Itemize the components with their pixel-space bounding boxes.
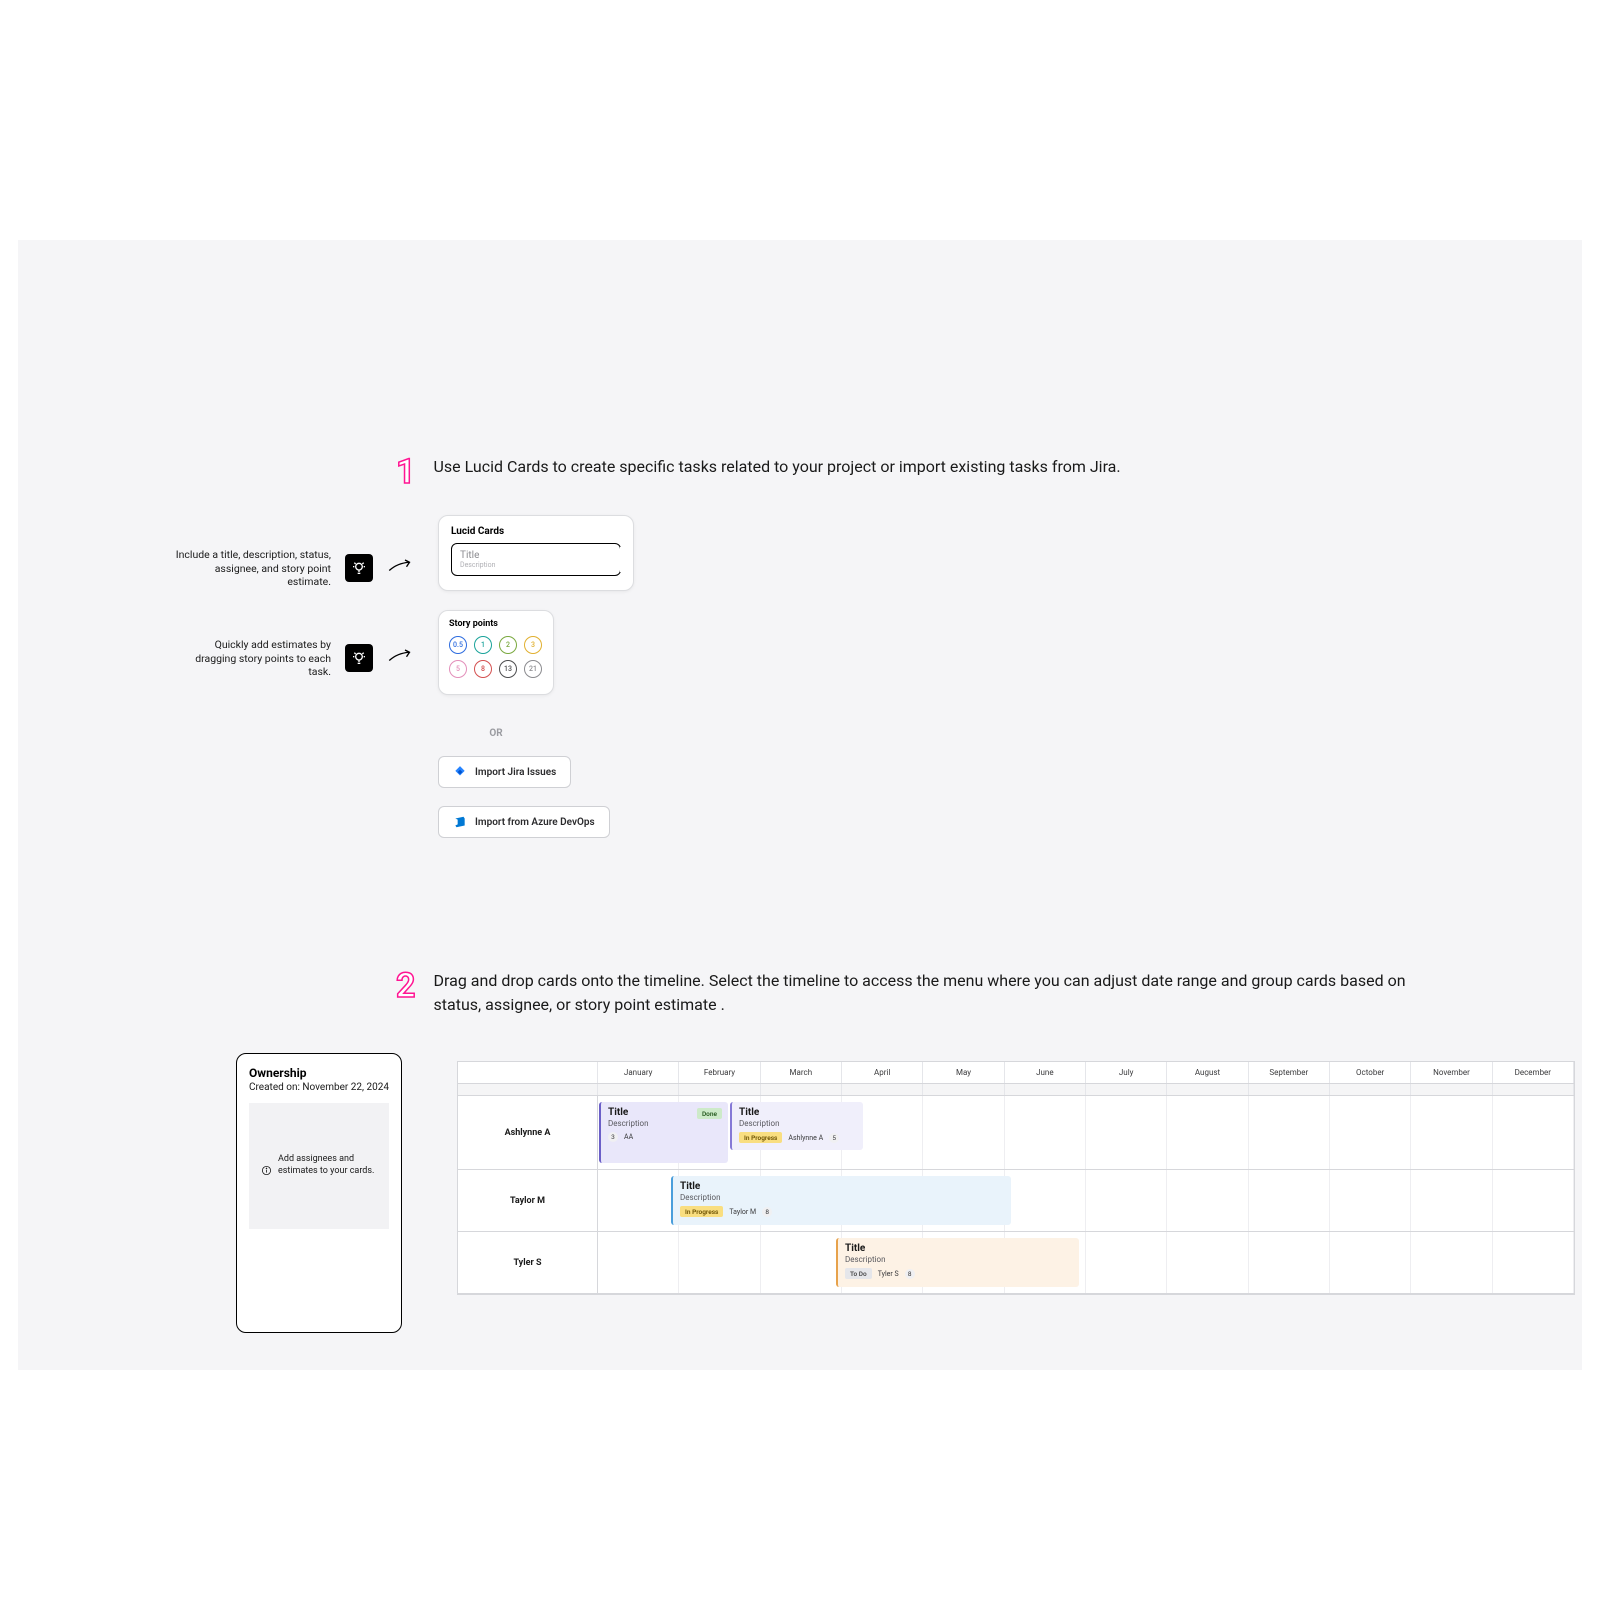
- timeline-row[interactable]: Tyler S Title Description To Do Tyler S …: [458, 1232, 1574, 1294]
- month-label: November: [1411, 1062, 1492, 1083]
- task-assignee: AA: [624, 1133, 633, 1141]
- lucid-card-title-placeholder: Title: [460, 550, 612, 561]
- ownership-card[interactable]: Ownership Created on: November 22, 2024 …: [236, 1053, 402, 1333]
- arrow-icon: [387, 556, 417, 580]
- ownership-hint-box: Add assignees and estimates to your card…: [249, 1103, 389, 1229]
- task-title: Title: [680, 1181, 1004, 1192]
- status-badge: In Progress: [680, 1206, 723, 1217]
- task-assignee: Ashlynne A: [788, 1134, 823, 1142]
- month-label: April: [842, 1062, 923, 1083]
- lightbulb-icon: [345, 554, 373, 582]
- lucid-card-desc-placeholder: Description: [460, 561, 612, 569]
- month-label: January: [598, 1062, 679, 1083]
- story-point-chip[interactable]: 8: [474, 660, 492, 678]
- task-title: Title: [739, 1107, 856, 1118]
- task-desc: Description: [739, 1119, 856, 1128]
- task-card[interactable]: Title Description In Progress Ashlynne A…: [730, 1102, 863, 1150]
- jira-icon: [453, 765, 467, 779]
- step-2-text: Drag and drop cards onto the timeline. S…: [434, 969, 1414, 1017]
- month-label: March: [761, 1062, 842, 1083]
- story-point-bubble: 8: [905, 1269, 915, 1279]
- import-jira-button[interactable]: Import Jira Issues: [438, 756, 571, 788]
- task-desc: Description: [680, 1193, 1004, 1202]
- story-point-bubble: 3: [608, 1132, 618, 1142]
- story-point-chip[interactable]: 13: [499, 660, 517, 678]
- task-title: Title: [845, 1243, 1072, 1254]
- task-assignee: Taylor M: [729, 1208, 756, 1216]
- tip-1-text: Include a title, description, status, as…: [171, 548, 331, 589]
- tip-2: Quickly add estimates by dragging story …: [171, 638, 417, 679]
- timeline-header: January February March April May June Ju…: [458, 1062, 1574, 1084]
- story-point-bubble: 5: [829, 1133, 839, 1143]
- month-label: February: [679, 1062, 760, 1083]
- tip-1: Include a title, description, status, as…: [171, 548, 417, 589]
- month-label: October: [1330, 1062, 1411, 1083]
- story-point-chip[interactable]: 5: [449, 660, 467, 678]
- step-1-number: 1: [396, 455, 416, 489]
- task-assignee: Tyler S: [878, 1270, 899, 1278]
- month-label: May: [923, 1062, 1004, 1083]
- story-points-panel[interactable]: Story points 0.5 1 2 3 5 8 13 21: [438, 610, 554, 695]
- import-azure-label: Import from Azure DevOps: [475, 817, 595, 828]
- month-label: July: [1086, 1062, 1167, 1083]
- timeline[interactable]: January February March April May June Ju…: [457, 1061, 1575, 1295]
- task-card[interactable]: Title Description In Progress Taylor M 8: [671, 1176, 1011, 1225]
- timeline-spacer: [458, 1084, 1574, 1096]
- status-badge: To Do: [845, 1268, 872, 1279]
- lucid-card-header: Lucid Cards: [451, 526, 621, 537]
- info-icon: [261, 1161, 272, 1172]
- story-point-chip[interactable]: 2: [499, 636, 517, 654]
- lightbulb-icon: [345, 644, 373, 672]
- azure-devops-icon: [453, 815, 467, 829]
- lucid-card-panel[interactable]: Lucid Cards Title Description: [438, 515, 634, 591]
- arrow-icon: [387, 646, 417, 670]
- task-desc: Description: [608, 1119, 721, 1128]
- month-label: December: [1493, 1062, 1574, 1083]
- month-label: August: [1167, 1062, 1248, 1083]
- step-2-number: 2: [396, 969, 416, 1003]
- task-card[interactable]: Done Title Description 3 AA: [599, 1102, 728, 1163]
- story-point-chip[interactable]: 21: [524, 660, 542, 678]
- row-assignee-label: Ashlynne A: [458, 1096, 598, 1169]
- ownership-date: Created on: November 22, 2024: [249, 1082, 389, 1093]
- story-point-bubble: 8: [762, 1207, 772, 1217]
- ownership-title: Ownership: [249, 1066, 389, 1080]
- story-points-header: Story points: [449, 619, 543, 629]
- month-label: September: [1249, 1062, 1330, 1083]
- step-2-header: 2 Drag and drop cards onto the timeline.…: [396, 969, 1414, 1017]
- timeline-row[interactable]: Ashlynne A Done Title Description 3 AA T…: [458, 1096, 1574, 1170]
- status-badge: In Progress: [739, 1132, 782, 1143]
- import-jira-label: Import Jira Issues: [475, 767, 556, 778]
- lucid-card-body[interactable]: Title Description: [451, 543, 621, 576]
- story-point-chip[interactable]: 0.5: [449, 636, 467, 654]
- story-point-chip[interactable]: 1: [474, 636, 492, 654]
- month-label: June: [1005, 1062, 1086, 1083]
- status-badge-done: Done: [697, 1108, 722, 1119]
- step-1-text: Use Lucid Cards to create specific tasks…: [434, 455, 1121, 479]
- row-assignee-label: Taylor M: [458, 1170, 598, 1231]
- story-point-chip[interactable]: 3: [524, 636, 542, 654]
- step-1-header: 1 Use Lucid Cards to create specific tas…: [396, 455, 1121, 489]
- row-assignee-label: Tyler S: [458, 1232, 598, 1293]
- ownership-hint-text: Add assignees and estimates to your card…: [278, 1154, 377, 1177]
- or-label: OR: [438, 728, 554, 739]
- task-desc: Description: [845, 1255, 1072, 1264]
- timeline-row[interactable]: Taylor M Title Description In Progress T…: [458, 1170, 1574, 1232]
- import-azure-button[interactable]: Import from Azure DevOps: [438, 806, 610, 838]
- tip-2-text: Quickly add estimates by dragging story …: [171, 638, 331, 679]
- task-card[interactable]: Title Description To Do Tyler S 8: [836, 1238, 1079, 1287]
